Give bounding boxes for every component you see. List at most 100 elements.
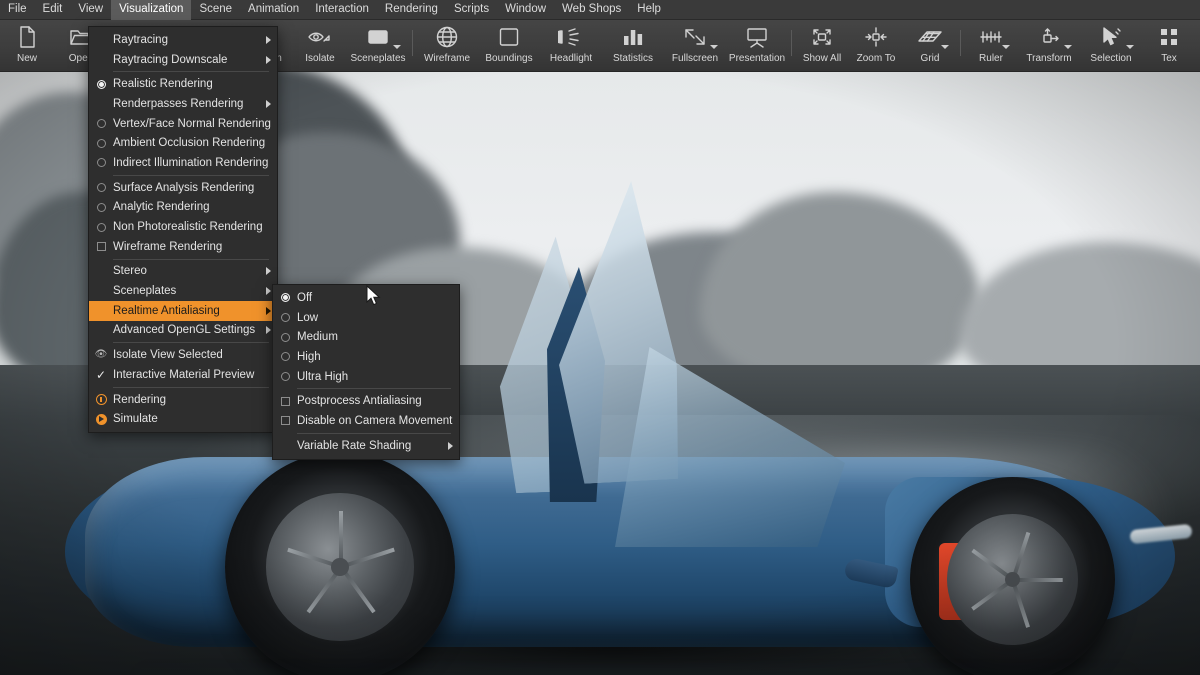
toolbar-button-headlight[interactable]: Headlight bbox=[540, 20, 602, 72]
menu-item-surface-analysis-rendering[interactable]: Surface Analysis Rendering bbox=[89, 178, 277, 198]
chevron-down-icon[interactable] bbox=[1064, 45, 1072, 49]
menubar-item-rendering[interactable]: Rendering bbox=[377, 0, 446, 20]
toolbar-button-new[interactable]: New bbox=[0, 20, 54, 72]
toolbar-button-label: New bbox=[16, 53, 37, 64]
menubar-item-scripts[interactable]: Scripts bbox=[446, 0, 497, 20]
menu-item-vertex-face-normal-rendering[interactable]: Vertex/Face Normal Rendering bbox=[89, 114, 277, 134]
toolbar-button-wireframe[interactable]: Wireframe bbox=[416, 20, 478, 72]
toolbar-button-label: Isolate bbox=[305, 53, 335, 64]
chevron-down-icon[interactable] bbox=[1002, 45, 1010, 49]
menu-item-non-photorealistic-rendering[interactable]: Non Photorealistic Rendering bbox=[89, 217, 277, 237]
toolbar-button-zoom-to[interactable]: Zoom To bbox=[849, 20, 903, 72]
menu-item-ultra-high[interactable]: Ultra High bbox=[273, 367, 459, 387]
plate-rect-icon bbox=[363, 24, 393, 50]
realtime-antialiasing-submenu[interactable]: Off Low Medium High Ultra High Postprocess An… bbox=[272, 284, 460, 460]
menu-separator bbox=[297, 432, 451, 434]
menu-item-high[interactable]: High bbox=[273, 347, 459, 367]
toolbar-button-grid[interactable]: Grid bbox=[903, 20, 957, 72]
menu-item-postprocess-antialiasing[interactable]: Postprocess Antialiasing bbox=[273, 391, 459, 411]
chevron-down-icon[interactable] bbox=[393, 45, 401, 49]
toolbar-button-label: Wireframe bbox=[423, 53, 471, 64]
menu-item-label: Realtime Antialiasing bbox=[113, 304, 220, 317]
toolbar-button-boundings[interactable]: Boundings bbox=[478, 20, 540, 72]
menubar-item-web-shops[interactable]: Web Shops bbox=[554, 0, 629, 20]
menu-item-wireframe-rendering[interactable]: Wireframe Rendering bbox=[89, 237, 277, 257]
menubar-item-scene[interactable]: Scene bbox=[191, 0, 240, 20]
submenu-arrow-icon bbox=[266, 55, 271, 64]
menu-item-low[interactable]: Low bbox=[273, 308, 459, 328]
fullscreen-arrows-icon bbox=[680, 24, 710, 50]
menu-item-marker: 👁 bbox=[89, 345, 113, 365]
toolbar-button-tex[interactable]: Tex bbox=[1142, 20, 1196, 72]
menu-item-label: Analytic Rendering bbox=[113, 201, 210, 214]
menubar-item-view[interactable]: View bbox=[70, 0, 111, 20]
transform-gizmo-icon bbox=[1034, 24, 1064, 50]
menu-item-analytic-rendering[interactable]: Analytic Rendering bbox=[89, 198, 277, 218]
menu-item-rendering[interactable]: Rendering bbox=[89, 390, 277, 410]
menu-item-variable-rate-shading[interactable]: Variable Rate Shading bbox=[273, 436, 459, 456]
menu-item-isolate-view-selected[interactable]: 👁 Isolate View Selected bbox=[89, 345, 277, 365]
menu-item-raytracing-downscale[interactable]: Raytracing Downscale bbox=[89, 50, 277, 70]
menubar-item-window[interactable]: Window bbox=[497, 0, 554, 20]
checkmark-icon: ✓ bbox=[95, 367, 107, 382]
chevron-down-icon[interactable] bbox=[941, 45, 949, 49]
menu-item-label: Non Photorealistic Rendering bbox=[113, 221, 263, 234]
toolbar-button-selection[interactable]: Selection bbox=[1080, 20, 1142, 72]
menu-item-marker bbox=[273, 288, 297, 308]
menu-item-stereo[interactable]: Stereo bbox=[89, 262, 277, 282]
menu-item-label: High bbox=[297, 350, 321, 363]
toolbar-button-isolate[interactable]: Isolate bbox=[293, 20, 347, 72]
menu-item-renderpasses-rendering[interactable]: Renderpasses Rendering bbox=[89, 94, 277, 114]
menu-item-label: Medium bbox=[297, 331, 338, 344]
menubar-item-visualization[interactable]: Visualization bbox=[111, 0, 192, 20]
submenu-arrow-icon bbox=[266, 267, 271, 276]
menu-item-off[interactable]: Off bbox=[273, 288, 459, 308]
car-reflection bbox=[135, 657, 1135, 675]
menu-item-realtime-antialiasing[interactable]: Realtime Antialiasing bbox=[89, 300, 277, 321]
menu-item-label: Disable on Camera Movement bbox=[297, 414, 453, 427]
menu-item-raytracing[interactable]: Raytracing bbox=[89, 30, 277, 50]
menubar-item-help[interactable]: Help bbox=[629, 0, 669, 20]
menu-item-simulate[interactable]: Simulate bbox=[89, 409, 277, 429]
menu-item-label: Advanced OpenGL Settings bbox=[113, 324, 256, 337]
rim-rear bbox=[266, 493, 414, 641]
menu-item-medium[interactable]: Medium bbox=[273, 327, 459, 347]
menu-item-marker bbox=[89, 133, 113, 153]
menu-item-realistic-rendering[interactable]: Realistic Rendering bbox=[89, 74, 277, 94]
toolbar-button-transform[interactable]: Transform bbox=[1018, 20, 1080, 72]
menu-item-marker bbox=[273, 367, 297, 387]
menu-item-label: Surface Analysis Rendering bbox=[113, 181, 255, 194]
menu-item-label: Simulate bbox=[113, 413, 158, 426]
menu-item-marker bbox=[89, 390, 113, 410]
radio-unselected-icon bbox=[280, 352, 290, 362]
menubar-item-file[interactable]: File bbox=[0, 0, 35, 20]
radio-unselected-icon bbox=[96, 202, 106, 212]
menu-item-label: Interactive Material Preview bbox=[113, 368, 255, 381]
chevron-down-icon[interactable] bbox=[1126, 45, 1134, 49]
menubar-item-interaction[interactable]: Interaction bbox=[307, 0, 377, 20]
menu-item-disable-on-camera-movement[interactable]: Disable on Camera Movement bbox=[273, 411, 459, 431]
toolbar-button-ruler[interactable]: Ruler bbox=[964, 20, 1018, 72]
menubar-item-animation[interactable]: Animation bbox=[240, 0, 307, 20]
radio-unselected-icon bbox=[280, 313, 290, 323]
new-document-icon bbox=[12, 24, 42, 50]
chevron-down-icon[interactable] bbox=[710, 45, 718, 49]
menu-item-interactive-material-preview[interactable]: ✓ Interactive Material Preview bbox=[89, 365, 277, 385]
toolbar-button-label: Statistics bbox=[612, 53, 653, 64]
toolbar-button-statistics[interactable]: Statistics bbox=[602, 20, 664, 72]
toolbar-button-sceneplates[interactable]: Sceneplates bbox=[347, 20, 409, 72]
menu-item-ambient-occlusion-rendering[interactable]: Ambient Occlusion Rendering bbox=[89, 133, 277, 153]
checkbox-unchecked-icon bbox=[280, 416, 290, 426]
menu-item-advanced-opengl-settings[interactable]: Advanced OpenGL Settings bbox=[89, 321, 277, 341]
menu-item-marker bbox=[273, 308, 297, 328]
menu-item-label: Sceneplates bbox=[113, 285, 177, 298]
menu-item-label: Ambient Occlusion Rendering bbox=[113, 137, 266, 150]
toolbar-button-presentation[interactable]: Presentation bbox=[726, 20, 788, 72]
visualization-dropdown-menu[interactable]: Raytracing Raytracing Downscale Realistic … bbox=[88, 26, 278, 434]
menubar-item-edit[interactable]: Edit bbox=[35, 0, 71, 20]
menu-item-indirect-illumination-rendering[interactable]: Indirect Illumination Rendering bbox=[89, 153, 277, 173]
toolbar-button-show-all[interactable]: Show All bbox=[795, 20, 849, 72]
menu-item-marker bbox=[89, 114, 113, 134]
menu-item-sceneplates[interactable]: Sceneplates bbox=[89, 281, 277, 301]
toolbar-button-fullscreen[interactable]: Fullscreen bbox=[664, 20, 726, 72]
